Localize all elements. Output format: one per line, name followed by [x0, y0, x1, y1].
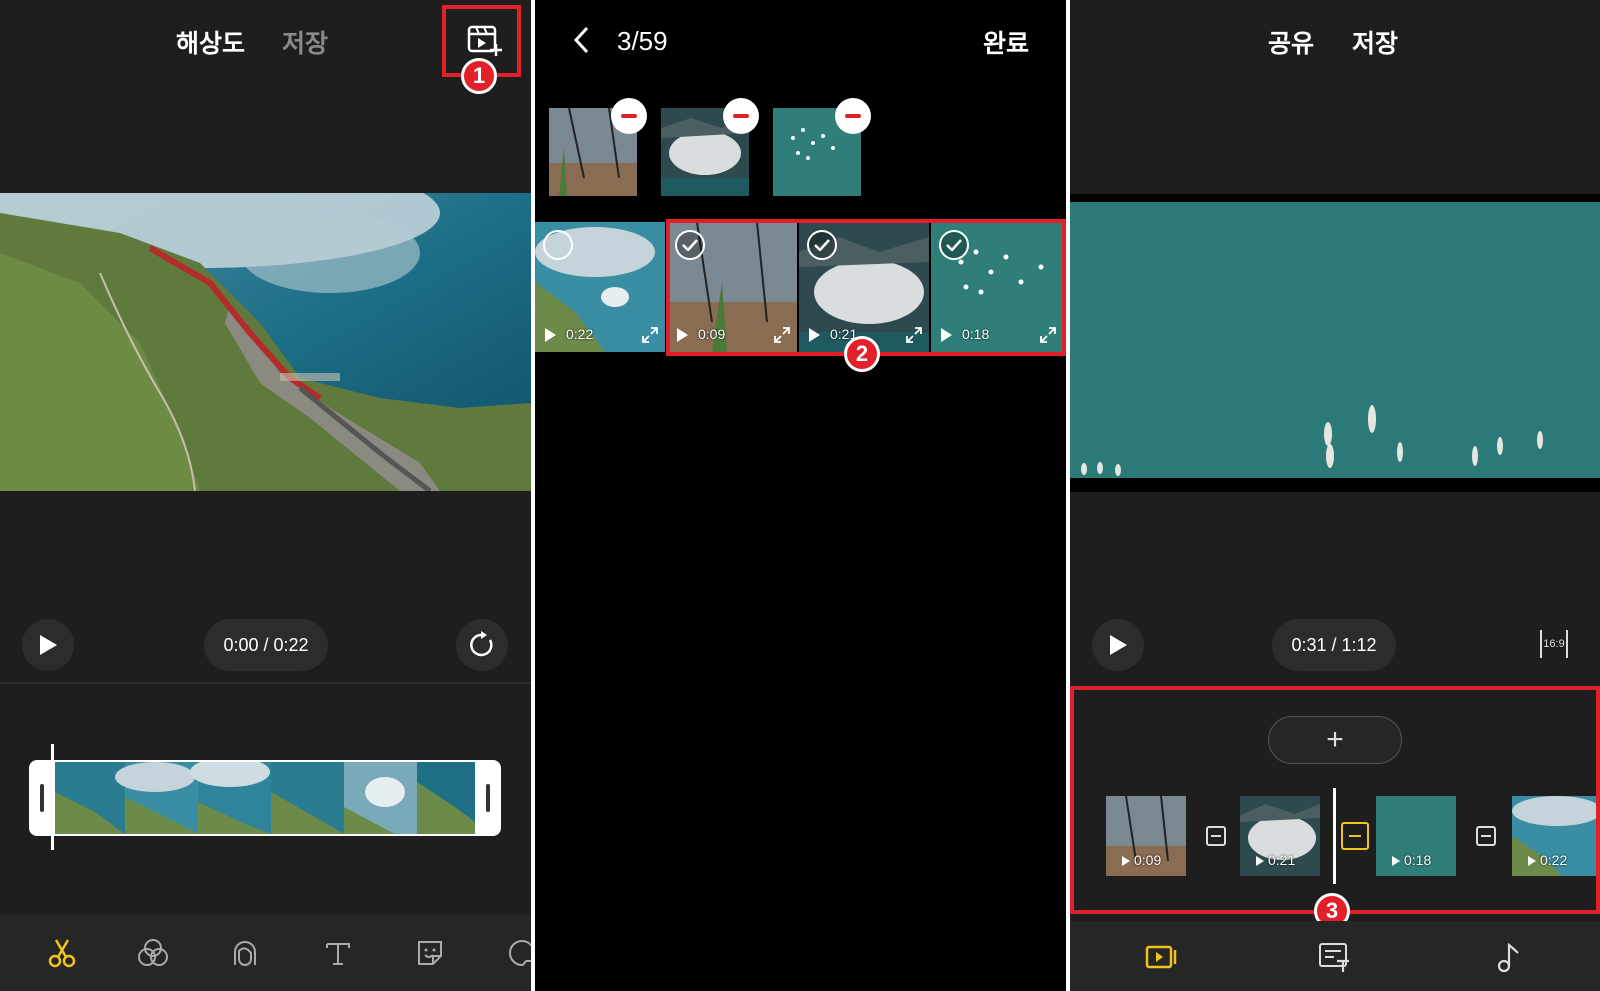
save-button[interactable]: 저장 — [1352, 24, 1398, 60]
remove-icon[interactable] — [723, 98, 759, 134]
time-display: 0:00 / 0:22 — [204, 619, 328, 671]
sticker-icon[interactable] — [410, 933, 450, 973]
clip-picker-panel: 3/59 완료 0:22 0:09 0:21 0:18 2 — [535, 0, 1066, 991]
multi-clip-editor-panel: 공유 저장 0:31 / 1:12 16:9 + 0:09 0:21 0:18 … — [1070, 0, 1600, 991]
step-badge-2: 2 — [844, 336, 880, 372]
clip-duration: 0:22 — [1528, 852, 1567, 868]
aspect-ratio-button[interactable]: 16:9 — [1540, 630, 1568, 658]
expand-icon[interactable] — [905, 326, 923, 347]
trim-timeline[interactable] — [29, 744, 501, 850]
unchecked-circle-icon[interactable] — [543, 230, 573, 260]
expand-icon[interactable] — [773, 326, 791, 347]
play-small-icon — [677, 328, 688, 343]
clip-duration: 0:09 — [677, 326, 725, 343]
filter-icon[interactable] — [133, 933, 173, 973]
remove-transition-icon[interactable] — [1476, 826, 1496, 846]
add-clip-button[interactable]: + — [1268, 716, 1402, 764]
selection-count: 3/59 — [617, 26, 668, 56]
rotate-icon[interactable] — [456, 619, 508, 671]
text-caption-icon[interactable] — [1315, 937, 1355, 977]
music-note-icon[interactable] — [1488, 937, 1528, 977]
video-preview — [1070, 194, 1600, 492]
time-display: 0:31 / 1:12 — [1272, 619, 1396, 671]
aspect-ratio-label: 16:9 — [1543, 638, 1565, 650]
video-clip-icon[interactable] — [1142, 937, 1182, 977]
check-icon[interactable] — [807, 230, 837, 260]
add-label: + — [1326, 723, 1344, 756]
video-preview — [0, 193, 531, 491]
remove-icon[interactable] — [835, 98, 871, 134]
face-icon[interactable] — [225, 933, 265, 973]
remove-transition-icon[interactable] — [1341, 822, 1369, 850]
edit-toolbar — [1070, 921, 1600, 991]
check-icon[interactable] — [939, 230, 969, 260]
trim-handle-left[interactable] — [40, 784, 44, 812]
clip-duration: 0:21 — [1256, 852, 1295, 868]
edit-toolbar — [0, 915, 531, 991]
text-icon[interactable] — [318, 933, 358, 973]
clip-duration: 0:18 — [1392, 852, 1431, 868]
divider — [0, 682, 531, 684]
scissors-icon[interactable] — [42, 933, 82, 973]
share-button[interactable]: 공유 — [1268, 24, 1314, 60]
play-small-icon — [545, 328, 556, 343]
remove-icon[interactable] — [611, 98, 647, 134]
play-small-icon — [809, 328, 820, 343]
done-button[interactable]: 완료 — [983, 24, 1029, 60]
expand-icon[interactable] — [1039, 326, 1057, 347]
play-small-icon — [1528, 856, 1536, 867]
play-button[interactable] — [1092, 619, 1144, 671]
clip-duration: 0:09 — [1122, 852, 1161, 868]
filmstrip — [55, 762, 475, 834]
play-small-icon — [941, 328, 952, 343]
save-button[interactable]: 저장 — [282, 24, 328, 60]
playhead[interactable] — [51, 744, 54, 850]
back-icon[interactable] — [573, 26, 589, 59]
play-small-icon — [1392, 856, 1400, 867]
check-icon[interactable] — [675, 230, 705, 260]
clip-duration: 0:22 — [545, 326, 593, 343]
add-clip-icon[interactable] — [466, 22, 504, 58]
palette-icon[interactable] — [502, 933, 531, 973]
trim-handle-right[interactable] — [486, 784, 490, 812]
play-small-icon — [1122, 856, 1130, 867]
video-editor-panel: 해상도 저장 1 0:00 / 0:22 — [0, 0, 531, 991]
resolution-button[interactable]: 해상도 — [176, 24, 245, 60]
playhead[interactable] — [1333, 788, 1336, 884]
expand-icon[interactable] — [641, 326, 659, 347]
play-small-icon — [1256, 856, 1264, 867]
clip-duration: 0:18 — [941, 326, 989, 343]
remove-transition-icon[interactable] — [1206, 826, 1226, 846]
play-button[interactable] — [22, 619, 74, 671]
step-badge-1: 1 — [461, 58, 497, 94]
